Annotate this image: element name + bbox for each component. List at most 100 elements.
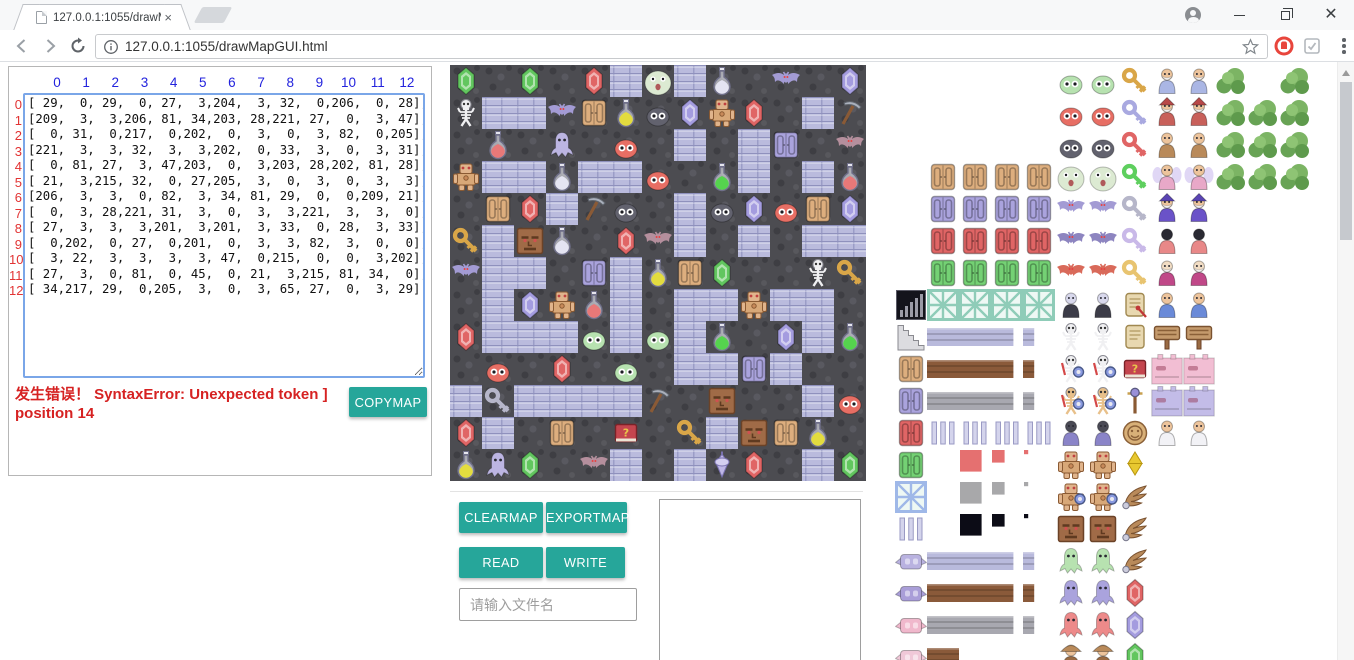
map-tile-brick-wall[interactable]	[802, 161, 834, 193]
palette-cell-empty[interactable]	[1279, 193, 1311, 225]
palette-sprite-door[interactable]	[1023, 193, 1055, 225]
map-tile-dark-floor[interactable]	[706, 225, 738, 257]
map-tile-brick-wall[interactable]	[738, 225, 770, 257]
exportmap-button[interactable]: EXPORTMAP	[546, 502, 627, 533]
map-tile-red-slime[interactable]	[834, 385, 866, 417]
palette-sprite-strip[interactable]	[959, 577, 991, 609]
palette-sprite-bat[interactable]	[1087, 225, 1119, 257]
map-tile-brown-door[interactable]	[770, 417, 802, 449]
palette-cell-empty[interactable]	[1215, 353, 1247, 385]
map-tile-dark-floor[interactable]	[642, 289, 674, 321]
palette-sprite-strip[interactable]	[927, 353, 959, 385]
palette-sprite-person[interactable]	[1151, 289, 1183, 321]
palette-sprite-golem[interactable]	[1055, 481, 1087, 513]
palette-cell-empty[interactable]	[1247, 65, 1279, 97]
palette-sprite-strip[interactable]	[959, 353, 991, 385]
map-tile-dark-floor[interactable]	[802, 65, 834, 97]
map-tile-red-flask[interactable]	[482, 129, 514, 161]
matrix-textarea[interactable]	[23, 93, 425, 378]
map-tile-dark-floor[interactable]	[450, 129, 482, 161]
palette-cell-empty[interactable]	[1247, 289, 1279, 321]
palette-cell-empty[interactable]	[1151, 513, 1183, 545]
palette-cell-empty[interactable]	[1183, 449, 1215, 481]
palette-cell-empty[interactable]	[1279, 513, 1311, 545]
palette-sprite-pillar[interactable]	[959, 417, 991, 449]
palette-sprite-tree[interactable]	[1247, 129, 1279, 161]
palette-sprite-person[interactable]	[1183, 257, 1215, 289]
palette-tile-star[interactable]	[991, 65, 1023, 97]
map-tile-brick-wall[interactable]	[706, 289, 738, 321]
palette-sprite-sq[interactable]	[1023, 449, 1055, 481]
palette-sprite-person[interactable]	[1183, 225, 1215, 257]
palette-cell-empty[interactable]	[1183, 545, 1215, 577]
palette-cell-empty[interactable]	[959, 641, 991, 660]
palette-cell-empty[interactable]	[1183, 609, 1215, 641]
palette-sprite-bat[interactable]	[1087, 193, 1119, 225]
palette-sprite-person[interactable]	[1055, 289, 1087, 321]
map-tile-stone-face[interactable]	[738, 417, 770, 449]
palette-cell-empty[interactable]	[1151, 609, 1183, 641]
map-tile-brown-bat[interactable]	[578, 449, 610, 481]
palette-sprite-key[interactable]	[1119, 97, 1151, 129]
palette-sprite-platform[interactable]	[895, 545, 927, 577]
map-tile-golem[interactable]	[546, 289, 578, 321]
map-tile-brick-wall[interactable]	[706, 353, 738, 385]
map-tile-dark-floor[interactable]	[706, 129, 738, 161]
map-tile-brick-wall[interactable]	[674, 449, 706, 481]
palette-sprite-slime[interactable]	[1055, 97, 1087, 129]
palette-sprite-bat[interactable]	[1055, 225, 1087, 257]
browser-tab[interactable]: 127.0.0.1:1055/drawMa ×	[26, 4, 178, 30]
palette-cell-empty[interactable]	[1215, 545, 1247, 577]
map-tile-brick-wall[interactable]	[482, 225, 514, 257]
palette-cell-empty[interactable]	[1151, 449, 1183, 481]
palette-tile-cloudred[interactable]	[991, 97, 1023, 129]
map-tile-dark-floor[interactable]	[674, 385, 706, 417]
map-tile-dark-floor[interactable]	[546, 65, 578, 97]
map-tile-dark-floor[interactable]	[802, 129, 834, 161]
palette-sprite-pillar[interactable]	[895, 513, 927, 545]
map-tile-brick-wall[interactable]	[546, 193, 578, 225]
map-tile-yellow-flask[interactable]	[610, 97, 642, 129]
palette-cell-empty[interactable]	[1279, 225, 1311, 257]
palette-sprite-key[interactable]	[1119, 193, 1151, 225]
map-tile-purple-gem[interactable]	[834, 65, 866, 97]
palette-tile-cloudblue[interactable]	[991, 129, 1023, 161]
palette-sprite-medallion[interactable]	[1119, 417, 1151, 449]
palette-sprite-book[interactable]: ?	[1119, 353, 1151, 385]
map-tile-dark-floor[interactable]	[834, 353, 866, 385]
palette-sprite-tree[interactable]	[1247, 97, 1279, 129]
write-button[interactable]: WRITE	[546, 547, 625, 578]
map-tile-red-flask[interactable]	[578, 289, 610, 321]
map-tile-dark-floor[interactable]	[450, 353, 482, 385]
map-tile-brick-wall[interactable]	[834, 225, 866, 257]
palette-sprite-door[interactable]	[991, 161, 1023, 193]
map-tile-dark-floor[interactable]	[738, 257, 770, 289]
palette-cell-empty[interactable]	[1215, 449, 1247, 481]
map-tile-gold-key[interactable]	[450, 225, 482, 257]
palette-sprite-platform[interactable]	[895, 609, 927, 641]
palette-sprite-skeleton[interactable]	[1055, 321, 1087, 353]
map-tile-red-gem[interactable]	[546, 353, 578, 385]
map-tile-pale-slime[interactable]	[642, 65, 674, 97]
map-tile-brown-bat[interactable]	[834, 129, 866, 161]
minimize-button[interactable]	[1216, 0, 1262, 30]
map-tile-brick-wall[interactable]	[450, 385, 482, 417]
map-tile-brick-wall[interactable]	[674, 289, 706, 321]
palette-sprite-person[interactable]	[1183, 65, 1215, 97]
palette-cell-empty[interactable]	[1151, 641, 1183, 660]
palette-cell-empty[interactable]	[1151, 577, 1183, 609]
map-tile-pickaxe[interactable]	[578, 193, 610, 225]
map-tile-stone-face[interactable]	[514, 225, 546, 257]
map-tile-dark-floor[interactable]	[578, 353, 610, 385]
map-tile-green-flask[interactable]	[834, 321, 866, 353]
palette-sprite-person[interactable]	[1151, 225, 1183, 257]
map-tile-green-flask[interactable]	[706, 161, 738, 193]
palette-sprite-bat[interactable]	[1055, 193, 1087, 225]
palette-sprite-door[interactable]	[1023, 225, 1055, 257]
palette-sprite-walltile[interactable]	[1151, 385, 1183, 417]
map-tile-brick-wall[interactable]	[802, 449, 834, 481]
map-tile-green-gem[interactable]	[514, 65, 546, 97]
palette-cell-empty[interactable]	[1151, 545, 1183, 577]
palette-sprite-sq[interactable]	[959, 513, 991, 545]
palette-cell-empty[interactable]	[1215, 257, 1247, 289]
